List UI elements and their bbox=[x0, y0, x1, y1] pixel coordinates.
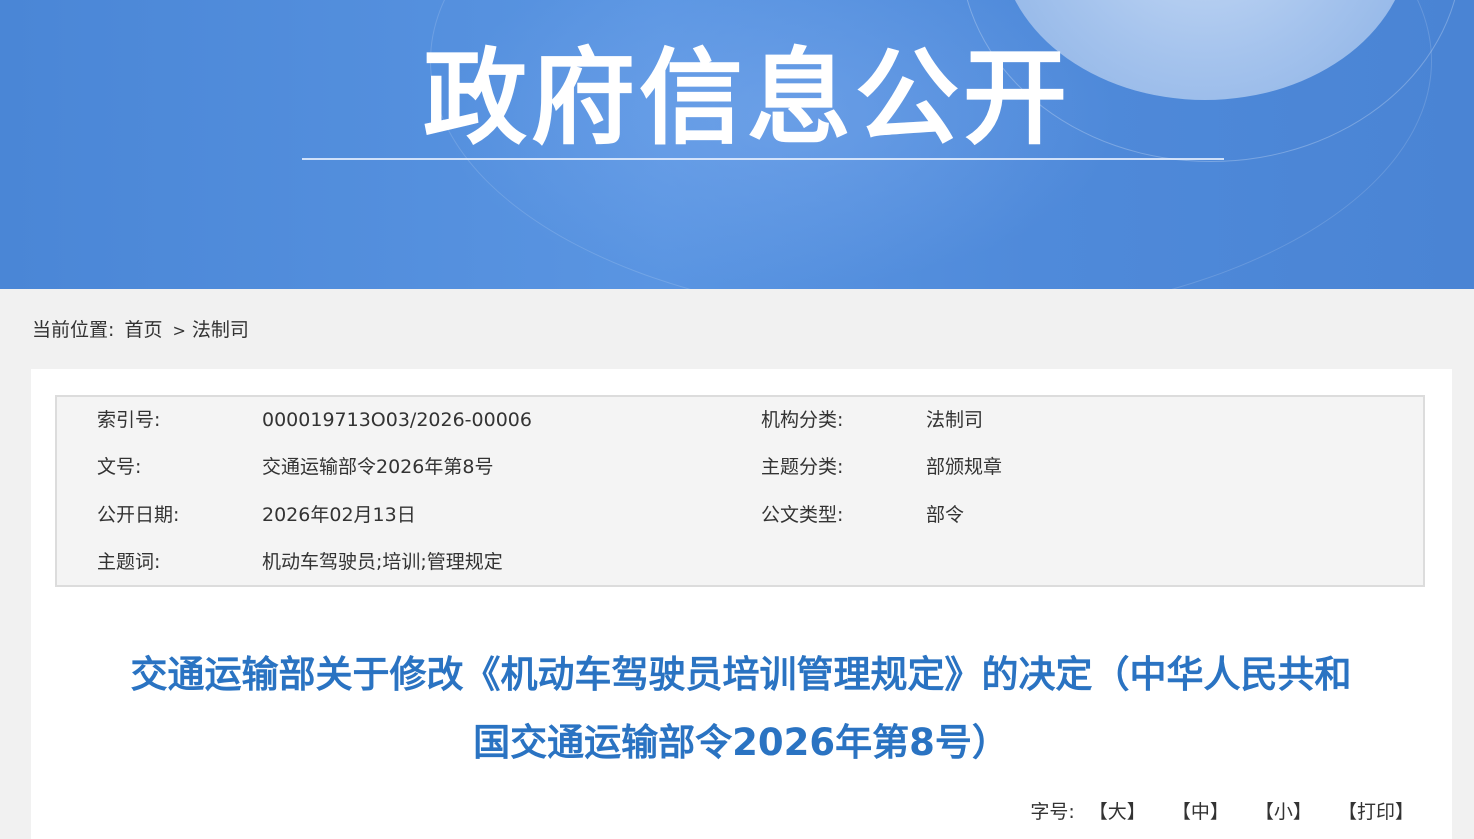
meta-label-keywords: 主题词: bbox=[97, 551, 161, 573]
breadcrumb-label: 当前位置: bbox=[32, 319, 115, 341]
meta-row: 索引号: 000019713O03/2026-00006 机构分类: 法制司 bbox=[57, 405, 1423, 435]
meta-value-keywords: 机动车驾驶员;培训;管理规定 bbox=[262, 551, 503, 573]
content-card: 索引号: 000019713O03/2026-00006 机构分类: 法制司 文… bbox=[31, 369, 1452, 839]
meta-value-index: 000019713O03/2026-00006 bbox=[262, 409, 532, 431]
meta-value-doc-type: 部令 bbox=[926, 504, 965, 526]
meta-label-doc-number: 文号: bbox=[97, 456, 142, 478]
document-title-line: 交通运输部关于修改《机动车驾驶员培训管理规定》的决定（中华人民共和 bbox=[130, 653, 1352, 696]
banner-title: 政府信息公开 bbox=[422, 37, 1071, 159]
font-size-controls: 字号: 【大】 【中】 【小】 【打印】 bbox=[1030, 797, 1414, 827]
meta-label-topic: 主题分类: bbox=[761, 456, 844, 478]
meta-row: 主题词: 机动车驾驶员;培训;管理规定 bbox=[57, 547, 1423, 577]
print-button[interactable]: 【打印】 bbox=[1338, 801, 1414, 823]
meta-value-topic: 部颁规章 bbox=[926, 456, 1003, 478]
breadcrumb-separator: > bbox=[172, 321, 186, 340]
font-size-large-button[interactable]: 【大】 bbox=[1089, 801, 1146, 823]
meta-row: 文号: 交通运输部令2026年第8号 主题分类: 部颁规章 bbox=[57, 452, 1423, 482]
meta-label-doc-type: 公文类型: bbox=[761, 504, 844, 526]
banner-divider bbox=[302, 158, 1224, 160]
font-size-small-button[interactable]: 【小】 bbox=[1255, 801, 1312, 823]
meta-label-agency: 机构分类: bbox=[761, 409, 844, 431]
font-size-label: 字号: bbox=[1030, 801, 1075, 823]
meta-value-publish-date: 2026年02月13日 bbox=[262, 504, 416, 526]
document-title: 交通运输部关于修改《机动车驾驶员培训管理规定》的决定（中华人民共和 国交通运输部… bbox=[61, 641, 1421, 777]
meta-label-publish-date: 公开日期: bbox=[97, 504, 180, 526]
breadcrumb-home-link[interactable]: 首页 bbox=[124, 319, 162, 341]
document-title-line: 国交通运输部令2026年第8号） bbox=[473, 721, 1009, 764]
meta-value-doc-number: 交通运输部令2026年第8号 bbox=[262, 456, 494, 478]
breadcrumb-current-link[interactable]: 法制司 bbox=[192, 319, 249, 341]
document-metadata-table: 索引号: 000019713O03/2026-00006 机构分类: 法制司 文… bbox=[55, 395, 1425, 587]
meta-row: 公开日期: 2026年02月13日 公文类型: 部令 bbox=[57, 500, 1423, 530]
breadcrumb: 当前位置: 首页 > 法制司 bbox=[32, 316, 253, 345]
header-banner: 政府信息公开 bbox=[0, 0, 1474, 289]
meta-value-agency: 法制司 bbox=[926, 409, 984, 431]
font-size-medium-button[interactable]: 【中】 bbox=[1172, 801, 1229, 823]
meta-label-index: 索引号: bbox=[97, 409, 161, 431]
